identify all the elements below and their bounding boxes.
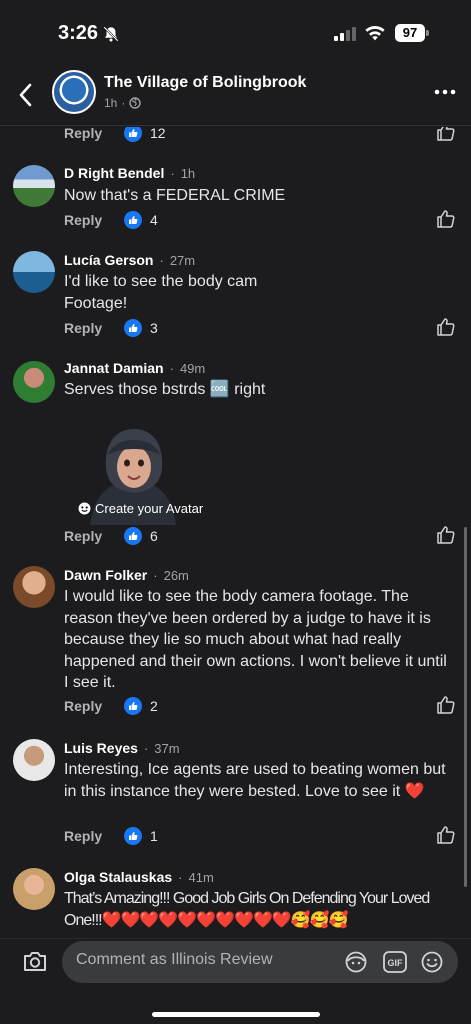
comment-author[interactable]: Jannat Damian <box>64 360 164 376</box>
comment-author[interactable]: Luis Reyes <box>64 740 138 756</box>
comment-author[interactable]: Lucía Gerson <box>64 252 153 268</box>
home-indicator <box>152 1012 320 1017</box>
status-bar: 3:26 97 <box>0 0 471 66</box>
comment-actions: Reply 3 <box>64 317 456 339</box>
thumbs-up-outline-icon[interactable] <box>436 525 456 545</box>
avatar[interactable] <box>13 165 55 207</box>
like-icon <box>124 319 142 337</box>
avatar[interactable] <box>13 361 55 403</box>
thumbs-up-outline-icon[interactable] <box>436 209 456 229</box>
like-count: 3 <box>150 320 158 336</box>
like-count: 2 <box>150 698 158 714</box>
comment-header: Dawn Folker · 26m <box>64 567 189 583</box>
comment-text: Now that's a FEDERAL CRIME <box>64 187 286 204</box>
comment-actions: Reply 6 <box>64 525 456 547</box>
comment-actions: Reply 1 <box>64 825 456 847</box>
comment-text: That’s Amazing!!! Good Job Girls On Defe… <box>64 890 430 929</box>
thumbs-up-outline-icon[interactable] <box>436 825 456 845</box>
comment-time: 37m <box>154 740 180 756</box>
scrollbar[interactable] <box>464 527 467 887</box>
comment-actions: Reply 2 <box>64 695 456 717</box>
comment-text: I'd like to see the body cam Footage! <box>64 273 258 312</box>
bell-slash-icon <box>103 26 119 42</box>
like-icon <box>124 827 142 845</box>
comment-actions: Reply 4 <box>64 209 456 231</box>
thumbs-up-outline-icon[interactable] <box>436 127 456 142</box>
comment-text: Serves those bstrds 🆒 right <box>64 381 266 398</box>
like-icon <box>124 127 142 142</box>
svg-text:GIF: GIF <box>388 958 404 968</box>
comment-composer: Comment as Illinois Review GIF <box>0 938 471 1024</box>
reply-button[interactable]: Reply <box>64 828 124 844</box>
avatar-sticker-icon[interactable] <box>344 950 368 974</box>
thumbs-up-outline-icon[interactable] <box>436 695 456 715</box>
thumbs-up-outline-icon[interactable] <box>436 317 456 337</box>
post-age: 1h <box>104 96 118 110</box>
page-title[interactable]: The Village of Bolingbrook <box>104 74 306 92</box>
comment-header: D Right Bendel · 1h <box>64 165 196 181</box>
comment-time: 49m <box>179 360 206 376</box>
reply-button[interactable]: Reply <box>64 698 124 714</box>
post-meta: 1h · <box>104 96 142 110</box>
more-icon[interactable] <box>433 80 457 104</box>
avatar-face-icon <box>78 502 91 515</box>
comment-input[interactable]: Comment as Illinois Review <box>76 951 273 969</box>
comment-time: 27m <box>169 252 196 268</box>
comment-header: Jannat Damian · 49m <box>64 360 206 376</box>
comment-time: 41m <box>188 869 214 885</box>
like-icon <box>124 527 142 545</box>
comment-author[interactable]: Dawn Folker <box>64 567 147 583</box>
create-avatar-link[interactable]: Create your Avatar <box>78 501 203 516</box>
comment-text: I would like to see the body camera foot… <box>64 588 447 691</box>
comment-author[interactable]: D Right Bendel <box>64 165 164 181</box>
status-time: 3:26 <box>58 22 99 44</box>
like-icon <box>124 697 142 715</box>
comment-header: Lucía Gerson · 27m <box>64 252 196 268</box>
avatar[interactable] <box>13 739 55 781</box>
comment-input-box[interactable]: Comment as Illinois Review GIF <box>62 941 458 983</box>
comment-header: Olga Stalauskas · 41m <box>64 869 214 885</box>
signal-icon <box>334 27 356 41</box>
like-count: 1 <box>150 828 158 844</box>
meta-separator: · <box>121 96 126 110</box>
globe-icon <box>129 97 142 109</box>
comment-author[interactable]: Olga Stalauskas <box>64 869 172 885</box>
wifi-icon <box>365 26 385 41</box>
comment-time: 26m <box>163 567 189 583</box>
gif-icon[interactable]: GIF <box>382 950 408 974</box>
page-logo[interactable] <box>52 70 96 114</box>
reply-button[interactable]: Reply <box>64 212 124 228</box>
create-avatar-label: Create your Avatar <box>95 501 204 516</box>
back-chevron-icon[interactable] <box>14 80 38 110</box>
like-count: 12 <box>150 127 166 141</box>
comment-actions: Reply 12 <box>64 127 456 144</box>
comments-feed[interactable]: Reply 12 D Right Bendel · 1h Now that's … <box>0 127 471 932</box>
battery-icon: 97 <box>395 24 425 42</box>
battery-nub <box>426 30 429 36</box>
avatar[interactable] <box>13 251 55 293</box>
reply-button[interactable]: Reply <box>64 528 124 544</box>
avatar[interactable] <box>13 566 55 608</box>
comment-text: Interesting, Ice agents are used to beat… <box>64 761 446 800</box>
camera-icon[interactable] <box>22 949 48 973</box>
like-count: 4 <box>150 212 158 228</box>
like-count: 6 <box>150 528 158 544</box>
reply-button[interactable]: Reply <box>64 320 124 336</box>
page-header: The Village of Bolingbrook 1h · <box>0 66 471 126</box>
emoji-icon[interactable] <box>420 950 444 974</box>
reply-button[interactable]: Reply <box>64 127 124 141</box>
comment-time: 1h <box>180 165 196 181</box>
like-icon <box>124 211 142 229</box>
comment-header: Luis Reyes · 37m <box>64 740 180 756</box>
avatar[interactable] <box>13 868 55 910</box>
